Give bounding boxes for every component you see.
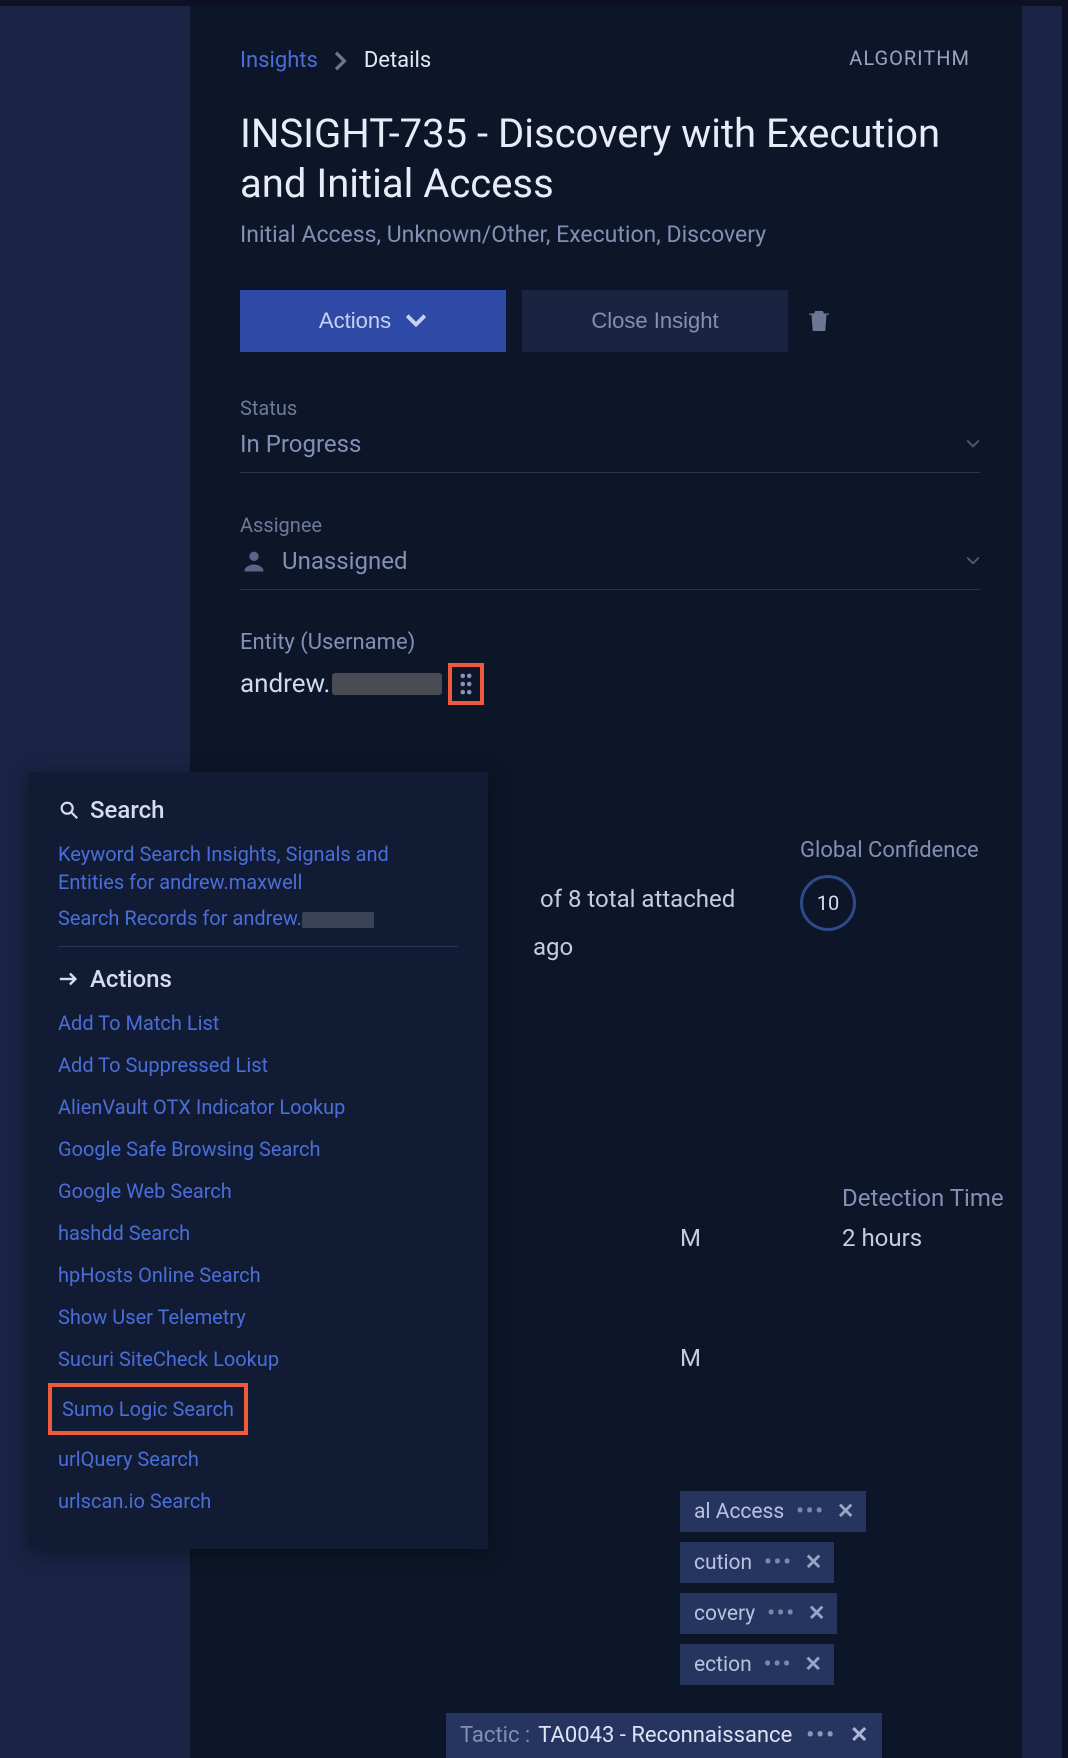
popup-action-link[interactable]: Add To Suppressed List: [58, 1051, 458, 1079]
detection-time-value: 2 hours: [842, 1224, 922, 1252]
user-icon: [240, 547, 268, 575]
redacted-text: [302, 912, 374, 928]
popup-action-link[interactable]: hashdd Search: [58, 1219, 458, 1247]
chevron-down-icon: [405, 314, 427, 328]
actions-button-label: Actions: [319, 308, 391, 334]
global-confidence: Global Confidence 10: [800, 838, 979, 931]
popup-search-link[interactable]: Keyword Search Insights, Signals and Ent…: [58, 840, 458, 896]
entity-label: Entity (Username): [240, 630, 980, 655]
popup-action-link[interactable]: urlscan.io Search: [58, 1487, 458, 1515]
tactic-tag-full[interactable]: Tactic : TA0043 - Reconnaissance ••• ✕: [446, 1713, 882, 1758]
popup-action-link[interactable]: urlQuery Search: [58, 1445, 458, 1473]
status-value: In Progress: [240, 430, 361, 458]
chip-text: ection: [694, 1653, 752, 1677]
entity-value-row: andrew.: [240, 663, 980, 705]
close-insight-button[interactable]: Close Insight: [522, 290, 788, 352]
close-icon[interactable]: ✕: [808, 1601, 826, 1626]
status-label: Status: [240, 396, 980, 420]
popup-action-link[interactable]: AlienVault OTX Indicator Lookup: [58, 1093, 458, 1121]
divider: [58, 946, 458, 947]
trash-icon: [804, 306, 834, 336]
popup-action-link[interactable]: Sucuri SiteCheck Lookup: [58, 1345, 458, 1373]
tactic-tag-fragment[interactable]: ection ••• ✕: [680, 1644, 834, 1685]
popup-search-header: Search: [58, 796, 458, 824]
chip-text: cution: [694, 1551, 752, 1575]
assignee-select[interactable]: Unassigned: [240, 547, 980, 590]
close-icon[interactable]: ✕: [837, 1499, 855, 1524]
global-confidence-value: 10: [800, 875, 856, 931]
tactic-tag-fragment[interactable]: covery ••• ✕: [680, 1593, 837, 1634]
time-suffix-fragment: M: [680, 1224, 701, 1252]
popup-action-link[interactable]: Google Web Search: [58, 1177, 458, 1205]
entity-context-menu-button[interactable]: [448, 663, 484, 705]
detection-time-label: Detection Time: [842, 1184, 1004, 1212]
popup-action-link[interactable]: Sumo Logic Search: [62, 1395, 234, 1423]
popup-action-link[interactable]: hpHosts Online Search: [58, 1261, 458, 1289]
more-dots-icon[interactable]: •••: [796, 1500, 825, 1524]
close-icon[interactable]: ✕: [805, 1550, 823, 1575]
algorithm-badge: ALGORITHM: [849, 46, 970, 70]
popup-action-link[interactable]: Google Safe Browsing Search: [58, 1135, 458, 1163]
assignee-label: Assignee: [240, 513, 980, 537]
breadcrumb-current: Details: [364, 48, 431, 73]
highlighted-action[interactable]: Sumo Logic Search: [48, 1383, 248, 1435]
global-confidence-label: Global Confidence: [800, 838, 979, 863]
more-dots-icon[interactable]: •••: [764, 1551, 793, 1575]
more-dots-icon[interactable]: •••: [806, 1723, 836, 1748]
tactic-tag-fragment[interactable]: al Access ••• ✕: [680, 1491, 866, 1532]
more-dots-icon[interactable]: •••: [764, 1653, 793, 1677]
entity-username: andrew.: [240, 669, 330, 699]
delete-button[interactable]: [804, 301, 844, 341]
drag-dots-icon: [457, 671, 475, 697]
chevron-down-icon: [966, 439, 980, 449]
assignee-value: Unassigned: [282, 547, 407, 575]
popup-action-link[interactable]: Show User Telemetry: [58, 1303, 458, 1331]
chip-text: covery: [694, 1602, 755, 1626]
search-icon: [58, 799, 80, 821]
tactic-tag-label: Tactic :: [460, 1723, 530, 1748]
popup-actions-header: Actions: [58, 965, 458, 993]
close-icon[interactable]: ✕: [850, 1723, 868, 1748]
chevron-down-icon: [966, 556, 980, 566]
entity-context-menu: Search Keyword Search Insights, Signals …: [28, 772, 488, 1549]
chip-text: al Access: [694, 1500, 784, 1524]
right-gutter: [1022, 6, 1062, 1758]
more-dots-icon[interactable]: •••: [767, 1602, 796, 1626]
actions-dropdown-button[interactable]: Actions: [240, 290, 506, 352]
tactic-tag-value: TA0043 - Reconnaissance: [538, 1723, 792, 1748]
close-icon[interactable]: ✕: [804, 1652, 822, 1677]
chevron-right-icon: [334, 51, 348, 71]
time-ago-fragment: ago: [533, 933, 980, 961]
page-title: INSIGHT-735 - Discovery with Execution a…: [240, 109, 980, 209]
arrow-right-icon: [58, 969, 80, 989]
breadcrumb-insights-link[interactable]: Insights: [240, 48, 318, 73]
time-suffix-fragment: M: [680, 1344, 701, 1372]
page-subtitle: Initial Access, Unknown/Other, Execution…: [240, 221, 980, 248]
status-select[interactable]: In Progress: [240, 430, 980, 473]
redacted-text: [332, 673, 442, 695]
tactic-tag-fragment[interactable]: cution ••• ✕: [680, 1542, 834, 1583]
popup-action-link[interactable]: Add To Match List: [58, 1009, 458, 1037]
close-insight-label: Close Insight: [591, 308, 718, 334]
popup-search-link[interactable]: Search Records for andrew.: [58, 904, 458, 932]
